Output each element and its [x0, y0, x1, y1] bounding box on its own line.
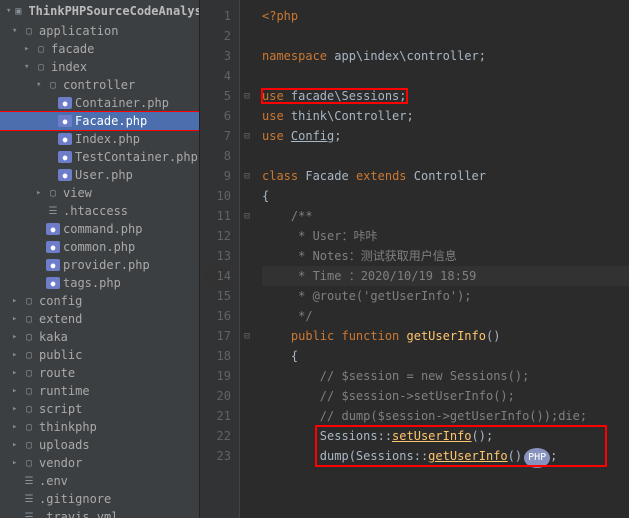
file-index-php[interactable]: ●Index.php — [0, 130, 199, 148]
file-gitignore[interactable]: ☰.gitignore — [0, 490, 199, 508]
file-user-php[interactable]: ●User.php — [0, 166, 199, 184]
project-name: ThinkPHPSourceCodeAnalysis — [28, 4, 200, 18]
file-facade-php[interactable]: ●Facade.php — [0, 112, 199, 130]
fold-icon[interactable]: ⊟ — [240, 326, 254, 346]
folder-facade[interactable]: ▸▢facade — [0, 40, 199, 58]
project-tree-panel[interactable]: ▾ ▣ ThinkPHPSourceCodeAnalysis D:\phpstu… — [0, 0, 200, 518]
folder-vendor[interactable]: ▸▢vendor — [0, 454, 199, 472]
project-root[interactable]: ▾ ▣ ThinkPHPSourceCodeAnalysis D:\phpstu… — [0, 0, 199, 22]
folder-application[interactable]: ▾▢application — [0, 22, 199, 40]
file-travis[interactable]: ☰.travis.yml — [0, 508, 199, 518]
folder-uploads[interactable]: ▸▢uploads — [0, 436, 199, 454]
code-editor[interactable]: 1234567891011121314151617181920212223 ⊟⊟… — [200, 0, 629, 518]
folder-kaka[interactable]: ▸▢kaka — [0, 328, 199, 346]
folder-index[interactable]: ▾▢index — [0, 58, 199, 76]
file-htaccess[interactable]: ☰.htaccess — [0, 202, 199, 220]
file-provider-php[interactable]: ●provider.php — [0, 256, 199, 274]
fold-icon[interactable]: ⊟ — [240, 126, 254, 146]
file-common-php[interactable]: ●common.php — [0, 238, 199, 256]
fold-icon[interactable]: ⊟ — [240, 206, 254, 226]
folder-route[interactable]: ▸▢route — [0, 364, 199, 382]
folder-script[interactable]: ▸▢script — [0, 400, 199, 418]
file-container-php[interactable]: ●Container.php — [0, 94, 199, 112]
folder-config[interactable]: ▸▢config — [0, 292, 199, 310]
folder-controller[interactable]: ▾▢controller — [0, 76, 199, 94]
folder-extend[interactable]: ▸▢extend — [0, 310, 199, 328]
folder-thinkphp[interactable]: ▸▢thinkphp — [0, 418, 199, 436]
file-env[interactable]: ☰.env — [0, 472, 199, 490]
folder-public[interactable]: ▸▢public — [0, 346, 199, 364]
fold-icon[interactable]: ⊟ — [240, 86, 254, 106]
file-command-php[interactable]: ●command.php — [0, 220, 199, 238]
php-logo-icon: PHP — [524, 448, 550, 468]
code-area[interactable]: <?php namespace app\index\controller; us… — [254, 0, 629, 518]
folder-runtime[interactable]: ▸▢runtime — [0, 382, 199, 400]
line-gutter: 1234567891011121314151617181920212223 — [200, 0, 240, 518]
file-testcontainer-php[interactable]: ●TestContainer.php — [0, 148, 199, 166]
folder-view[interactable]: ▸▢view — [0, 184, 199, 202]
tree: ▾▢application ▸▢facade ▾▢index ▾▢control… — [0, 22, 199, 518]
highlight-use-sessions: use facade\Sessions; — [262, 89, 407, 103]
fold-column[interactable]: ⊟ ⊟ ⊟ ⊟ ⊟ — [240, 0, 254, 518]
project-icon: ▣ — [15, 4, 21, 18]
chevron-down-icon: ▾ — [6, 6, 11, 16]
fold-icon[interactable]: ⊟ — [240, 166, 254, 186]
file-tags-php[interactable]: ●tags.php — [0, 274, 199, 292]
